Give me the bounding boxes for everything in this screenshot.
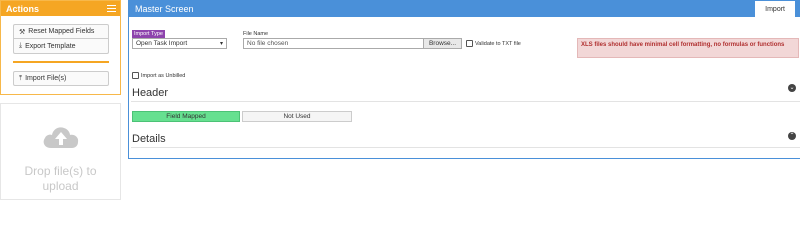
- import-unbilled-checkbox[interactable]: [132, 72, 139, 79]
- import-unbilled-option[interactable]: Import as Unbilled: [132, 72, 185, 79]
- wrench-icon: ⚒: [19, 28, 26, 36]
- chevron-up-icon[interactable]: ⌃: [788, 132, 796, 140]
- actions-panel: Actions ⚒ Reset Mapped Fields ⤓ Export T…: [0, 0, 121, 95]
- import-files-label: Import File(s): [25, 75, 67, 82]
- format-warning-alert: XLS files should have minimal cell forma…: [577, 38, 799, 58]
- master-screen-panel: Master Screen Import Import Type Open Ta…: [128, 0, 800, 159]
- import-unbilled-label: Import as Unbilled: [141, 72, 186, 79]
- file-name-label: File Name: [243, 31, 269, 37]
- divider: [131, 101, 800, 102]
- hamburger-menu-icon[interactable]: [107, 5, 116, 12]
- reset-mapped-fields-button[interactable]: ⚒ Reset Mapped Fields: [13, 24, 109, 39]
- header-section-title: Header: [132, 87, 169, 99]
- main-header: Master Screen Import: [129, 0, 800, 17]
- chevron-down-icon: ▾: [219, 41, 223, 47]
- browse-button[interactable]: Browse...: [423, 39, 461, 48]
- validate-txt-checkbox[interactable]: [466, 40, 473, 47]
- file-name-field[interactable]: No file chosen: [244, 39, 423, 48]
- cloud-upload-icon: [41, 122, 81, 152]
- export-template-label: Export Template: [25, 42, 76, 50]
- validate-txt-option[interactable]: Validate to TXT file: [466, 40, 521, 47]
- actions-header: Actions: [1, 1, 120, 16]
- import-files-button[interactable]: ⤒ Import File(s): [13, 71, 109, 86]
- file-dropzone[interactable]: Drop file(s) to upload: [0, 103, 121, 200]
- dropzone-text: Drop file(s) to upload: [24, 164, 97, 193]
- reset-mapped-fields-label: Reset Mapped Fields: [28, 28, 95, 35]
- export-template-button[interactable]: ⤓ Export Template: [13, 39, 109, 54]
- actions-title: Actions: [6, 3, 40, 14]
- download-icon: ⤓: [19, 42, 23, 49]
- divider: [131, 147, 800, 148]
- import-type-select[interactable]: Open Task Import ▾: [132, 38, 227, 49]
- chevron-down-icon[interactable]: ⌄: [788, 84, 796, 92]
- not-used-legend: Not Used: [242, 111, 352, 122]
- import-type-value: Open Task Import: [136, 40, 188, 47]
- details-section-title: Details: [132, 133, 166, 145]
- page-title: Master Screen: [135, 3, 194, 14]
- upload-icon: ⤒: [19, 74, 23, 82]
- file-input[interactable]: No file chosen Browse...: [243, 38, 462, 49]
- validate-txt-label: Validate to TXT file: [475, 40, 521, 47]
- field-mapped-legend: Field Mapped: [132, 111, 240, 122]
- divider: [13, 61, 109, 63]
- tab-import[interactable]: Import: [754, 0, 796, 17]
